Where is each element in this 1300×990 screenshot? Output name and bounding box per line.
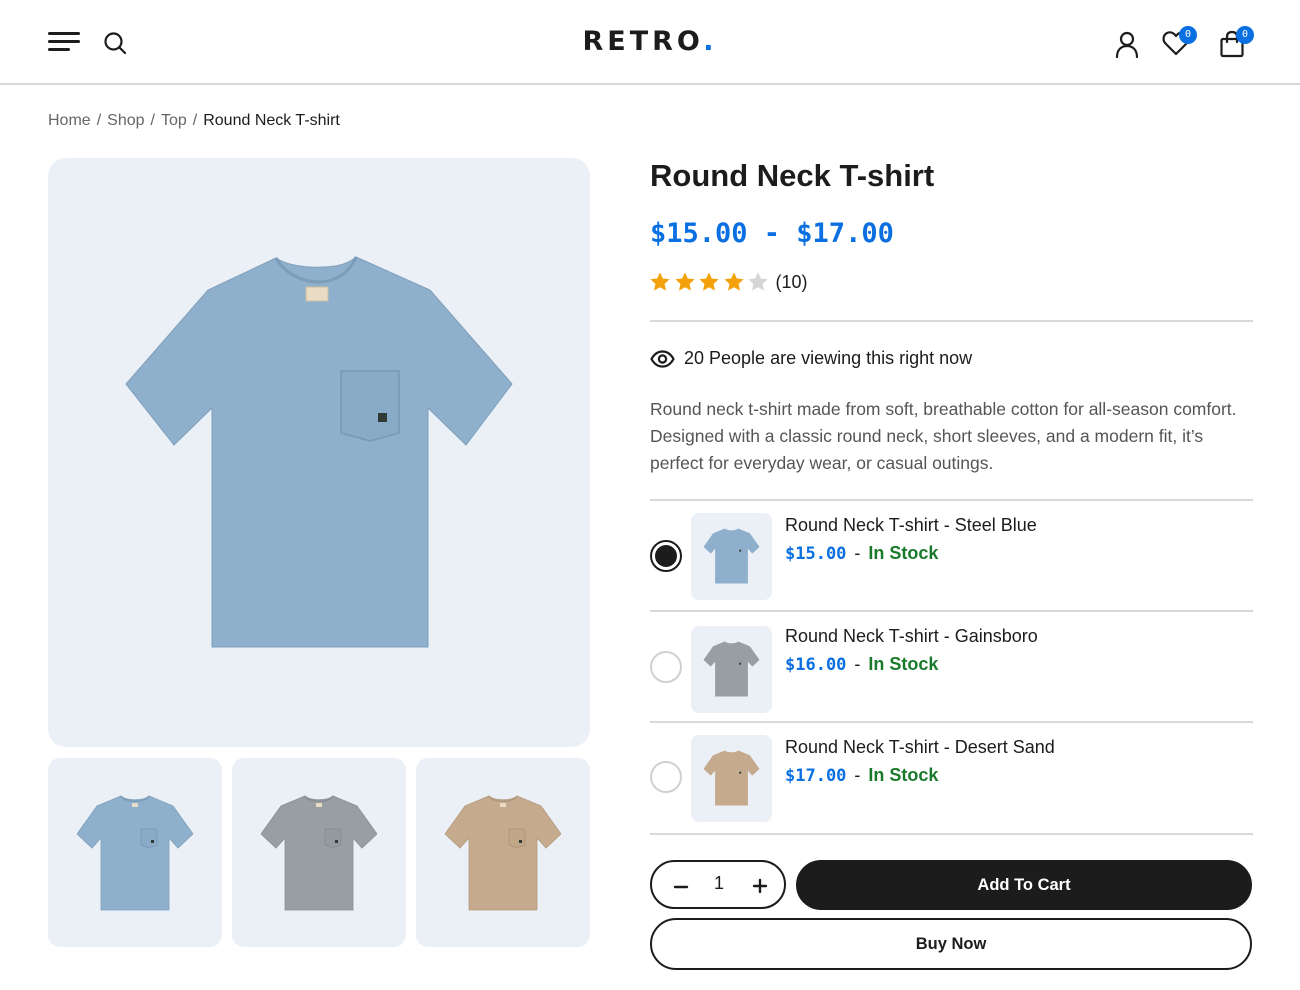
eye-icon [650, 349, 675, 368]
variant-option-steel-blue[interactable]: Round Neck T-shirt - Steel Blue $15.00- I… [650, 501, 1253, 611]
tshirt-image [125, 256, 513, 648]
viewing-text: 20 People are viewing this right now [684, 348, 973, 368]
variant-name: Round Neck T-shirt - Gainsboro [785, 626, 1038, 646]
cart-button[interactable]: 0 [1219, 26, 1254, 58]
variant-price: $17.00 [785, 766, 847, 786]
variant-stock-status: In Stock [868, 765, 939, 785]
star-icon [674, 272, 695, 291]
tshirt-thumb [445, 795, 561, 911]
breadcrumb: Home / Shop / Top / Round Neck T-shirt [48, 112, 340, 129]
main-product-image[interactable] [48, 158, 590, 747]
variant-radio[interactable] [650, 540, 682, 572]
user-icon[interactable] [1114, 30, 1140, 59]
star-icon [650, 272, 670, 291]
product-description: Round neck t-shirt made from soft, breat… [650, 399, 1237, 473]
variant-thumbnail [691, 626, 772, 713]
add-to-cart-button[interactable]: Add To Cart [796, 860, 1252, 910]
breadcrumb-current: Round Neck T-shirt [203, 112, 340, 129]
site-logo[interactable]: RETRO. [0, 26, 1300, 57]
minus-icon[interactable] [670, 872, 694, 896]
variant-meta: $15.00- In Stock [785, 543, 939, 564]
variant-meta: $16.00- In Stock [785, 654, 939, 675]
variant-price: $16.00 [785, 655, 847, 675]
tshirt-thumb [261, 795, 377, 911]
thumbnail-desert-sand[interactable] [416, 758, 590, 947]
breadcrumb-top[interactable]: Top [161, 112, 187, 129]
variant-option-desert-sand[interactable]: Round Neck T-shirt - Desert Sand $17.00-… [650, 723, 1253, 833]
star-icon [699, 272, 719, 291]
variant-radio[interactable] [650, 651, 682, 683]
tshirt-thumb [703, 750, 760, 806]
star-icon [723, 272, 744, 291]
product-title: Round Neck T-shirt [650, 158, 935, 193]
tshirt-thumb [77, 795, 193, 911]
plus-icon[interactable] [748, 872, 772, 896]
variant-thumbnail [691, 513, 772, 600]
variant-name: Round Neck T-shirt - Desert Sand [785, 737, 1055, 757]
variant-stock-status: In Stock [868, 654, 939, 674]
product-rating[interactable]: (10) [649, 270, 808, 294]
variant-option-gainsboro[interactable]: Round Neck T-shirt - Gainsboro $16.00- In… [650, 612, 1253, 722]
rating-count: (10) [775, 271, 808, 292]
buy-now-button[interactable]: Buy Now [650, 918, 1252, 970]
live-viewers: 20 People are viewing this right now [650, 348, 972, 369]
variant-meta: $17.00- In Stock [785, 765, 939, 786]
variant-name: Round Neck T-shirt - Steel Blue [785, 515, 1037, 535]
variant-stock-status: In Stock [868, 543, 939, 563]
variant-radio[interactable] [650, 761, 682, 793]
wishlist-count-badge: 0 [1179, 26, 1197, 44]
tshirt-thumb [703, 528, 760, 584]
star-empty-icon [748, 272, 768, 291]
breadcrumb-home[interactable]: Home [48, 112, 91, 129]
thumbnail-steel-blue[interactable] [48, 758, 222, 947]
site-header: RETRO. 0 0 [0, 0, 1300, 85]
variant-thumbnail [691, 735, 772, 822]
divider [650, 320, 1253, 322]
divider [650, 833, 1253, 835]
breadcrumb-shop[interactable]: Shop [107, 112, 144, 129]
thumbnail-gainsboro[interactable] [232, 758, 406, 947]
cart-count-badge: 0 [1236, 26, 1254, 44]
tshirt-thumb [703, 641, 760, 697]
quantity-stepper [650, 860, 786, 909]
quantity-input[interactable] [702, 873, 736, 894]
variant-price: $15.00 [785, 544, 847, 564]
wishlist-button[interactable]: 0 [1162, 26, 1197, 58]
product-price-range: $15.00 - $17.00 [650, 218, 894, 249]
